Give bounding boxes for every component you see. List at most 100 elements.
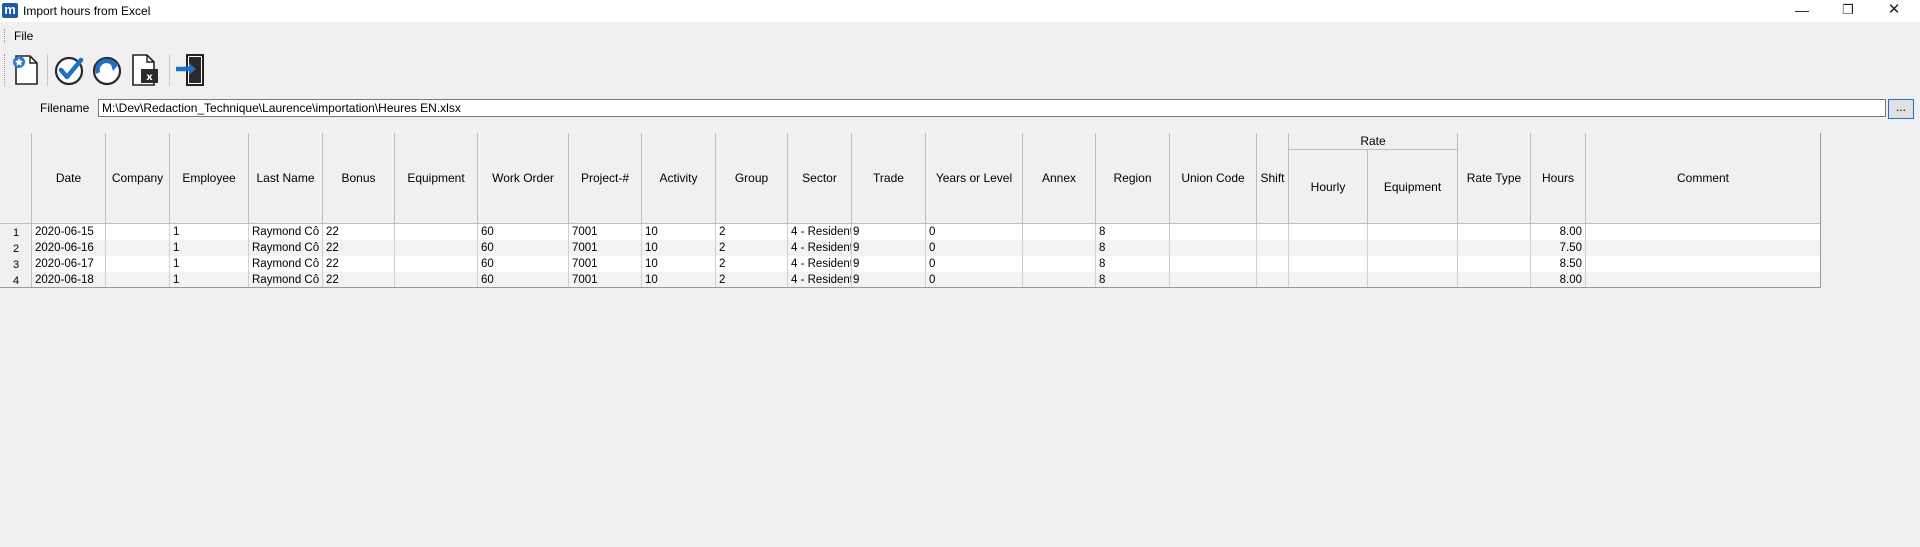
cell-company[interactable] [106,256,170,272]
excel-button[interactable]: x [128,52,162,86]
cell-shift[interactable] [1257,272,1289,288]
cell-rate-type[interactable] [1458,256,1531,272]
cell-rate-equipment[interactable] [1368,256,1458,272]
cell-work-order[interactable]: 60 [478,240,569,256]
cell-bonus[interactable]: 22 [323,272,395,288]
cell-project[interactable]: 7001 [569,240,642,256]
cell-comment[interactable] [1586,240,1821,256]
cell-trade[interactable]: 9 [852,240,926,256]
cell-union-code[interactable] [1170,272,1257,288]
cell-sector[interactable]: 4 - Resident [788,256,852,272]
cell-annex[interactable] [1023,240,1096,256]
column-header-hours[interactable]: Hours [1531,133,1586,224]
cell-years-or-level[interactable]: 0 [926,240,1023,256]
row-number[interactable]: 3 [0,256,32,272]
cell-annex[interactable] [1023,256,1096,272]
cell-region[interactable]: 8 [1096,256,1170,272]
cell-date[interactable]: 2020-06-18 [32,272,106,288]
cell-rate-type[interactable] [1458,224,1531,240]
table-row[interactable]: 1 2020-06-15 1 Raymond Cô 22 60 7001 10 … [0,224,1821,240]
cell-rate-hourly[interactable] [1289,256,1368,272]
cell-region[interactable]: 8 [1096,240,1170,256]
cell-trade[interactable]: 9 [852,256,926,272]
cell-activity[interactable]: 10 [642,272,716,288]
cell-hours[interactable]: 8.50 [1531,256,1586,272]
cell-hours[interactable]: 7.50 [1531,240,1586,256]
cell-rate-equipment[interactable] [1368,224,1458,240]
column-header-project[interactable]: Project-# [569,133,642,224]
cell-comment[interactable] [1586,256,1821,272]
cell-shift[interactable] [1257,240,1289,256]
column-header-rate-type[interactable]: Rate Type [1458,133,1531,224]
column-header-bonus[interactable]: Bonus [323,133,395,224]
row-number[interactable]: 1 [0,224,32,240]
cell-equipment[interactable] [395,224,478,240]
cell-work-order[interactable]: 60 [478,256,569,272]
cell-sector[interactable]: 4 - Resident [788,224,852,240]
exit-button[interactable] [174,52,208,86]
validate-button[interactable] [52,52,86,86]
column-header-union-code[interactable]: Union Code [1170,133,1257,224]
cell-bonus[interactable]: 22 [323,256,395,272]
cell-activity[interactable]: 10 [642,256,716,272]
cell-rate-equipment[interactable] [1368,272,1458,288]
app-logo-icon[interactable]: m [2,3,18,18]
cell-rate-hourly[interactable] [1289,240,1368,256]
cell-last-name[interactable]: Raymond Cô [249,224,323,240]
column-header-employee[interactable]: Employee [170,133,249,224]
column-header-group[interactable]: Group [716,133,788,224]
cell-equipment[interactable] [395,240,478,256]
column-header-company[interactable]: Company [106,133,170,224]
close-button[interactable]: ✕ [1872,0,1916,22]
grid-corner[interactable] [0,133,32,224]
cell-company[interactable] [106,224,170,240]
cell-region[interactable]: 8 [1096,272,1170,288]
cell-work-order[interactable]: 60 [478,272,569,288]
cell-group[interactable]: 2 [716,272,788,288]
column-header-last-name[interactable]: Last Name [249,133,323,224]
menu-file[interactable]: File [14,29,33,43]
cell-company[interactable] [106,240,170,256]
column-header-region[interactable]: Region [1096,133,1170,224]
column-header-activity[interactable]: Activity [642,133,716,224]
cell-shift[interactable] [1257,224,1289,240]
row-number[interactable]: 2 [0,240,32,256]
column-header-trade[interactable]: Trade [852,133,926,224]
cell-years-or-level[interactable]: 0 [926,224,1023,240]
cell-last-name[interactable]: Raymond Cô [249,240,323,256]
column-header-rate[interactable]: Rate [1289,133,1458,150]
cell-sector[interactable]: 4 - Resident [788,240,852,256]
cell-shift[interactable] [1257,256,1289,272]
cell-union-code[interactable] [1170,224,1257,240]
minimize-button[interactable]: — [1780,0,1824,22]
cell-last-name[interactable]: Raymond Cô [249,256,323,272]
cell-group[interactable]: 2 [716,240,788,256]
restore-button[interactable]: ❐ [1826,0,1870,22]
cell-date[interactable]: 2020-06-15 [32,224,106,240]
cell-project[interactable]: 7001 [569,256,642,272]
cell-comment[interactable] [1586,224,1821,240]
cell-equipment[interactable] [395,256,478,272]
cell-employee[interactable]: 1 [170,240,249,256]
cell-comment[interactable] [1586,272,1821,288]
cell-annex[interactable] [1023,224,1096,240]
cell-last-name[interactable]: Raymond Cô [249,272,323,288]
new-button[interactable] [10,52,44,86]
cell-equipment[interactable] [395,272,478,288]
column-header-sector[interactable]: Sector [788,133,852,224]
column-header-rate-hourly[interactable]: Hourly [1289,150,1368,224]
cell-employee[interactable]: 1 [170,224,249,240]
row-number[interactable]: 4 [0,272,32,288]
hours-grid[interactable]: Date Company Employee Last Name Bonus Eq… [0,133,1821,288]
cell-rate-hourly[interactable] [1289,272,1368,288]
cell-group[interactable]: 2 [716,224,788,240]
cell-employee[interactable]: 1 [170,256,249,272]
cell-activity[interactable]: 10 [642,224,716,240]
cell-region[interactable]: 8 [1096,224,1170,240]
cell-rate-type[interactable] [1458,240,1531,256]
cell-project[interactable]: 7001 [569,272,642,288]
column-header-equipment[interactable]: Equipment [395,133,478,224]
cell-employee[interactable]: 1 [170,272,249,288]
cell-company[interactable] [106,272,170,288]
cell-rate-type[interactable] [1458,272,1531,288]
